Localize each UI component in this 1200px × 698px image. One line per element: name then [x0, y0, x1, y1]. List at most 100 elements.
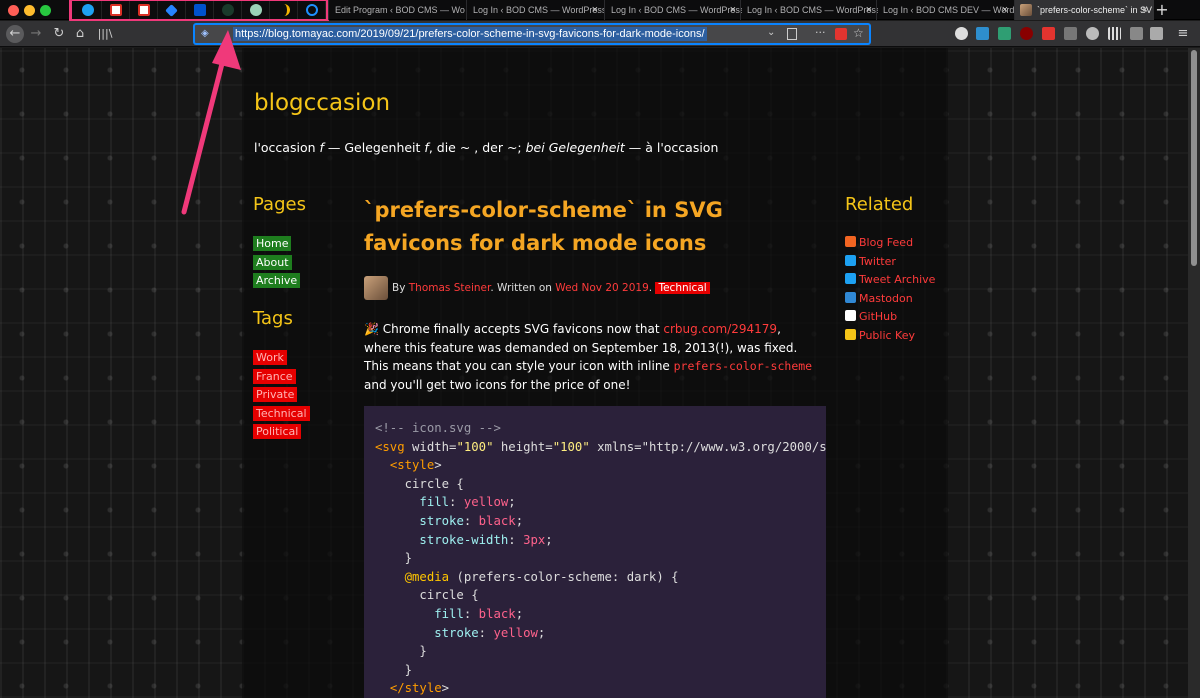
tag-link-work[interactable]: Work [253, 350, 287, 365]
code-text: <!-- icon.svg --> <svg width="100" heigh… [375, 421, 826, 696]
back-button[interactable]: ← [6, 25, 24, 43]
tab-prefers-color-scheme[interactable]: `prefers-color-scheme` in SV × [1014, 0, 1154, 20]
pages-heading: Pages [253, 194, 306, 215]
related-link-label: Twitter [859, 254, 896, 268]
menu-icon[interactable]: ≡ [1174, 25, 1192, 43]
minimize-window-button[interactable] [24, 5, 35, 16]
tag-link-political[interactable]: Political [253, 424, 302, 439]
related-link-twitter[interactable]: Twitter [845, 254, 896, 268]
close-tab-icon[interactable]: × [1002, 0, 1008, 20]
chevron-down-icon[interactable]: ⌄ [767, 27, 775, 38]
close-tab-icon[interactable]: × [592, 0, 598, 20]
tag-link-technical[interactable]: Technical [253, 406, 310, 421]
blog-content: blogccasion l'occasion f — Gelegenheit f… [242, 48, 948, 698]
extension-icon[interactable] [998, 27, 1011, 40]
tab-label: Log In ‹ BOD CMS — WordPress [611, 5, 742, 15]
pinned-tab-gmail-2[interactable] [130, 0, 158, 20]
extension-icon[interactable] [1108, 27, 1121, 40]
url-text[interactable]: https://blog.tomayac.com/2019/09/21/pref… [233, 27, 707, 41]
tab-login-dev[interactable]: Log In ‹ BOD CMS DEV — Word × [876, 0, 1014, 20]
info-extension-icon[interactable] [955, 27, 968, 40]
robot-icon [249, 4, 262, 16]
pinned-tab-dark[interactable] [214, 0, 242, 20]
extension-icon[interactable] [1064, 27, 1077, 40]
related-link-github[interactable]: GitHub [845, 310, 897, 323]
code-block: <!-- icon.svg --> <svg width="100" heigh… [364, 406, 826, 698]
close-tab-icon[interactable]: × [730, 0, 736, 20]
github-icon [845, 310, 856, 322]
shield-icon[interactable]: ◈ [201, 28, 209, 39]
jira-icon [165, 3, 178, 17]
page-link-home[interactable]: Home [253, 236, 292, 251]
tag-link-france[interactable]: France [253, 369, 296, 384]
extension-icon[interactable] [1042, 27, 1055, 40]
tab-label: `prefers-color-scheme` in SV [1037, 5, 1153, 15]
tab-login-3[interactable]: Log In ‹ BOD CMS — WordPress × [740, 0, 878, 20]
pinned-tab-ring[interactable] [298, 0, 326, 20]
close-window-button[interactable] [8, 5, 19, 16]
pinned-tab-crescent[interactable] [270, 0, 298, 20]
related-link-label: GitHub [859, 310, 898, 324]
home-icon[interactable]: ⌂ [72, 25, 88, 43]
tab-bar: Edit Program ‹ BOD CMS — Wo Log In ‹ BOD… [0, 0, 1200, 22]
page-scrollbar[interactable] [1188, 48, 1200, 698]
web-page: blogccasion l'occasion f — Gelegenheit f… [0, 48, 1188, 698]
extension-icon[interactable] [976, 27, 989, 40]
forward-button[interactable]: → [28, 25, 44, 43]
related-link-label: Public Key [859, 329, 915, 342]
scrollbar-thumb[interactable] [1191, 50, 1197, 266]
author-avatar [364, 276, 388, 300]
post-title[interactable]: `prefers-color-scheme` in SVG favicons f… [364, 194, 804, 260]
gear-icon[interactable] [1086, 27, 1099, 40]
avatar-favicon-icon [1020, 4, 1032, 16]
tab-label: Log In ‹ BOD CMS DEV — Word [883, 5, 1014, 15]
leaf-icon [221, 4, 234, 16]
pinned-tab-robot[interactable] [242, 0, 270, 20]
twitter-icon [845, 273, 856, 285]
url-bar[interactable]: ◈ https://blog.tomayac.com/2019/09/21/pr… [194, 24, 870, 44]
post-date-link[interactable]: Wed Nov 20 2019 [555, 282, 648, 294]
new-tab-button[interactable]: + [1152, 0, 1172, 20]
related-link-tweet-archive[interactable]: Tweet Archive [845, 273, 935, 286]
tab-edit-program[interactable]: Edit Program ‹ BOD CMS — Wo [328, 0, 466, 20]
bookmark-star-icon[interactable]: ☆ [853, 26, 864, 40]
extension-icon[interactable] [835, 28, 847, 40]
library-icon[interactable]: |||\ [94, 25, 116, 43]
site-tagline: l'occasion f — Gelegenheit f, die ~ , de… [254, 140, 719, 155]
confluence-icon [193, 4, 206, 16]
tab-login-2[interactable]: Log In ‹ BOD CMS — WordPress × [604, 0, 742, 20]
author-link[interactable]: Thomas Steiner [409, 282, 491, 294]
close-tab-icon[interactable]: × [866, 0, 872, 20]
related-link-label: Mastodon [859, 291, 913, 305]
pinned-tab-gmail-1[interactable] [102, 0, 130, 20]
meta-written-on: . Written on [490, 282, 552, 294]
reader-view-icon[interactable] [787, 28, 797, 40]
ublock-icon[interactable] [1020, 27, 1033, 40]
twitter-icon [81, 4, 94, 16]
pinned-tab-twitter[interactable] [74, 0, 102, 20]
related-link-blog-feed[interactable]: Blog Feed [845, 236, 913, 249]
meta-by: By [392, 282, 406, 294]
tag-link-private[interactable]: Private [253, 387, 298, 402]
tab-label: Log In ‹ BOD CMS — WordPress [473, 5, 604, 15]
crescent-icon [278, 4, 290, 16]
site-title[interactable]: blogccasion [254, 90, 390, 116]
tab-login-1[interactable]: Log In ‹ BOD CMS — WordPress × [466, 0, 604, 20]
page-link-about[interactable]: About [253, 255, 292, 270]
extension-icon[interactable] [1130, 27, 1143, 40]
extension-icon[interactable] [1150, 27, 1163, 40]
pinned-tab-confluence[interactable] [186, 0, 214, 20]
zoom-window-button[interactable] [40, 5, 51, 16]
post-meta: By Thomas Steiner. Written on Wed Nov 20… [364, 276, 710, 300]
related-link-mastodon[interactable]: Mastodon [845, 291, 913, 305]
related-heading: Related [845, 194, 914, 215]
ring-icon [305, 4, 318, 16]
page-actions-button[interactable]: ··· [815, 26, 826, 39]
related-link-public-key[interactable]: Public Key [845, 329, 915, 342]
close-tab-icon[interactable]: × [1142, 0, 1148, 20]
page-link-archive[interactable]: Archive [253, 273, 301, 288]
pinned-tab-jira[interactable] [158, 0, 186, 20]
reload-button[interactable]: ↻ [50, 25, 68, 43]
post-tag-badge[interactable]: Technical [655, 282, 710, 294]
rss-icon [845, 236, 856, 247]
